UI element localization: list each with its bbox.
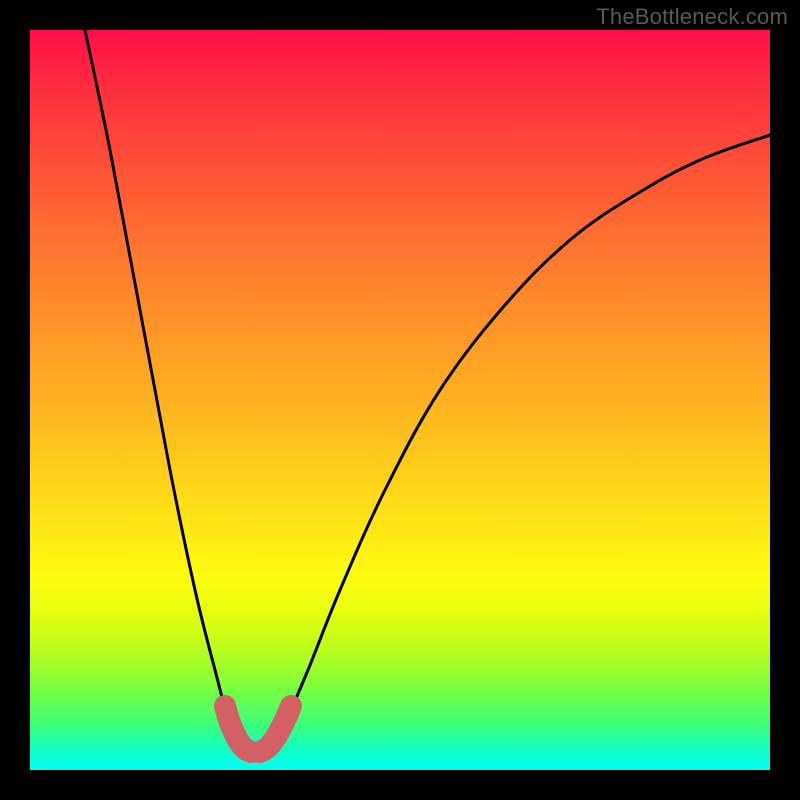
- thin-curve: [85, 30, 770, 751]
- curve-svg: [30, 30, 770, 770]
- watermark-text: TheBottleneck.com: [596, 4, 788, 30]
- bold-highlight-right: [260, 706, 291, 752]
- plot-area: [30, 30, 770, 770]
- chart-frame: TheBottleneck.com: [0, 0, 800, 800]
- bold-highlight-left: [225, 706, 251, 752]
